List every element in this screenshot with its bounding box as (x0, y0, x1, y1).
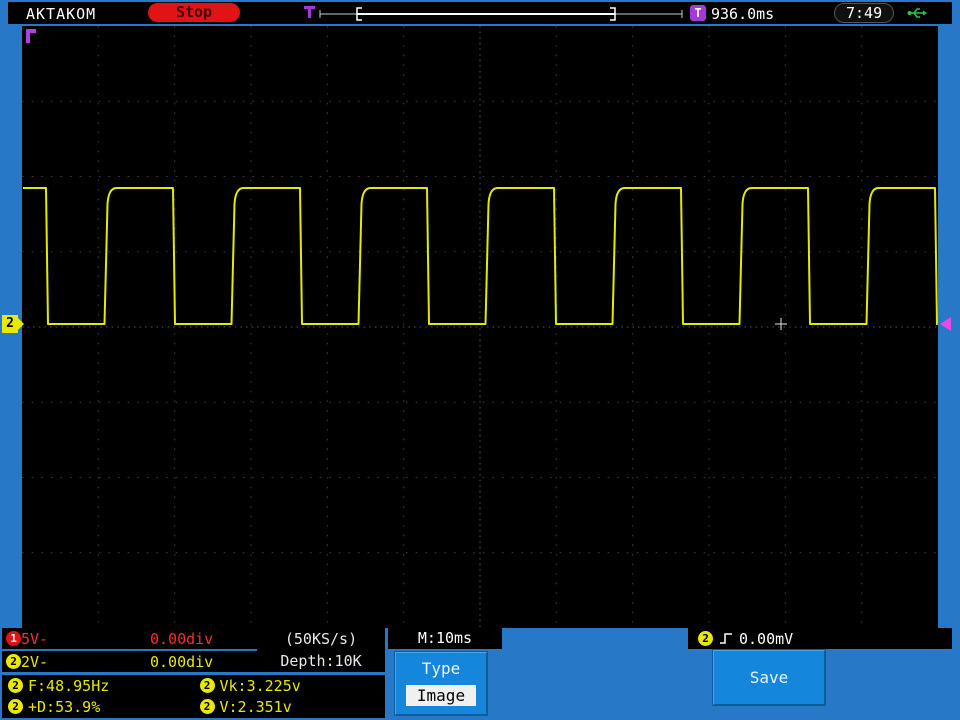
channel2-marker-arrow-icon (18, 318, 24, 330)
trigger-time-value: 936.0ms (711, 5, 775, 23)
trigger-level-value: 0.00mV (739, 629, 794, 648)
scope-display (22, 26, 938, 628)
memory-depth: Depth:10K (280, 652, 362, 670)
trigger-time-icon: T (690, 5, 706, 21)
acquisition-stop-button[interactable]: Stop (148, 3, 240, 22)
rising-edge-icon (720, 633, 732, 644)
trigger-position-bar (304, 6, 683, 21)
measurements-box: 2 F:48.95Hz 2 Vk:3.225v 2 +D:53.9% 2 V:2… (2, 675, 385, 718)
type-menu-button[interactable]: Type Image (394, 651, 488, 716)
trigger-level-arrow-icon[interactable] (940, 317, 951, 331)
measurement-frequency: 2 F:48.95Hz (2, 677, 194, 695)
measurement-vmean: 2 V:2.351v (194, 698, 386, 716)
channel1-badge-icon: 1 (6, 631, 21, 646)
channel1-scale: 5V- (21, 629, 49, 648)
type-selected-option[interactable]: Image (406, 685, 476, 706)
channel2-offset: 0.00div (150, 652, 214, 671)
sample-rate: (50KS/s) (284, 630, 358, 648)
measurement-duty: 2 +D:53.9% (2, 698, 194, 716)
channel2-badge-icon: 2 (8, 678, 23, 693)
sample-info-box: (50KS/s) Depth:10K (257, 628, 385, 672)
measurement-vamp: 2 Vk:3.225v (194, 677, 386, 695)
usb-icon (907, 8, 927, 18)
channel2-badge-icon: 2 (199, 678, 215, 693)
channel2-position-marker[interactable]: 2 (2, 315, 18, 333)
channel2-badge-icon: 2 (8, 699, 23, 714)
trigger-source-badge-icon: 2 (698, 631, 713, 646)
channel2-badge-icon: 2 (199, 699, 215, 714)
top-bar: AKTAKOM Stop T 936.0ms 7:49 (8, 2, 952, 24)
clock: 7:49 (834, 3, 895, 23)
waveform-plot (22, 26, 938, 628)
timebase: M:10ms (388, 628, 502, 649)
save-button[interactable]: Save (712, 649, 826, 706)
channel1-offset: 0.00div (150, 629, 214, 648)
trigger-marker-icon (304, 6, 315, 18)
channel1-status-row: 1 5V- 0.00div (2, 628, 258, 649)
channel2-badge-icon: 2 (6, 654, 21, 669)
brand-logo: AKTAKOM (26, 5, 97, 23)
trigger-info-box: 2 0.00mV (688, 628, 952, 649)
type-label: Type (421, 659, 461, 678)
channel2-status-row: 2 2V- 0.00div (2, 651, 258, 672)
channel2-scale: 2V- (21, 652, 49, 671)
